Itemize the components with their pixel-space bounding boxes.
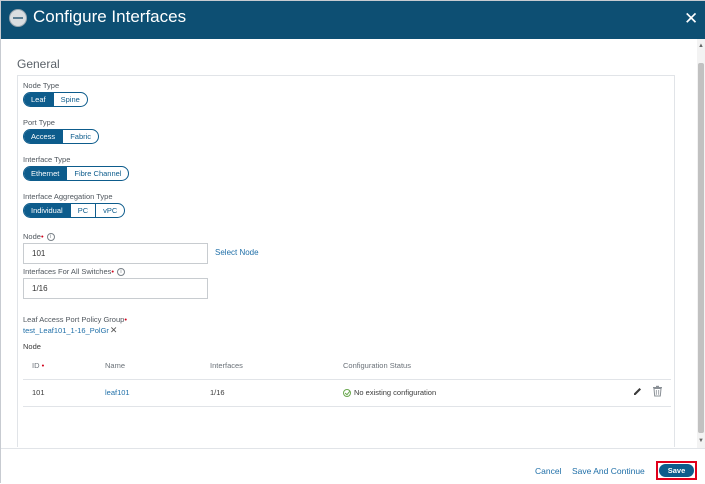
port-type-access-option[interactable]: Access xyxy=(24,130,64,143)
node-field-label: Node• i xyxy=(23,232,55,242)
column-header-name[interactable]: Name xyxy=(105,361,125,370)
node-type-spine-option[interactable]: Spine xyxy=(54,93,87,106)
section-title-general: General xyxy=(17,57,60,71)
aggregation-individual-option[interactable]: Individual xyxy=(24,204,71,217)
table-row-divider xyxy=(23,406,671,407)
required-marker: • xyxy=(111,267,115,276)
policy-group-tag[interactable]: test_Leaf101_1-16_PolGr✕ xyxy=(23,325,117,336)
interfaces-all-input[interactable]: 1/16 xyxy=(23,278,208,299)
save-button-highlight: Save xyxy=(656,461,697,480)
delete-trash-icon[interactable] xyxy=(652,385,663,397)
select-node-link[interactable]: Select Node xyxy=(215,248,259,257)
table-cell-name-link[interactable]: leaf101 xyxy=(105,388,130,397)
column-header-id-text: ID xyxy=(32,361,40,370)
configure-interfaces-dialog: Configure Interfaces ✕ General ▲ ▼ Node … xyxy=(0,0,705,484)
node-field-label-text: Node xyxy=(23,232,41,241)
status-text: No existing configuration xyxy=(354,388,437,397)
node-type-toggle: Leaf Spine xyxy=(23,92,88,107)
table-cell-interfaces: 1/16 xyxy=(210,388,225,397)
aggregation-vpc-option[interactable]: vPC xyxy=(96,204,124,217)
dialog-header: Configure Interfaces ✕ xyxy=(1,1,705,39)
aggregation-type-toggle: Individual PC vPC xyxy=(23,203,126,218)
aggregation-type-label: Interface Aggregation Type xyxy=(23,192,113,201)
port-type-label: Port Type xyxy=(23,118,55,127)
interface-type-label: Interface Type xyxy=(23,155,71,164)
table-cell-status: No existing configuration xyxy=(343,388,437,398)
aggregation-pc-option[interactable]: PC xyxy=(71,204,97,217)
info-icon[interactable]: i xyxy=(117,268,126,277)
remove-tag-icon[interactable]: ✕ xyxy=(110,325,118,335)
check-circle-icon xyxy=(343,389,351,398)
interface-type-ethernet-option[interactable]: Ethernet xyxy=(24,167,68,180)
column-header-interfaces[interactable]: Interfaces xyxy=(210,361,243,370)
required-marker: • xyxy=(124,315,127,324)
cisco-logo-icon xyxy=(9,9,27,27)
required-marker: • xyxy=(41,361,45,370)
table-header-divider xyxy=(23,379,671,380)
interfaces-all-label: Interfaces For All Switches• i xyxy=(23,267,126,277)
node-table-label: Node xyxy=(23,342,41,351)
scroll-down-arrow-icon[interactable]: ▼ xyxy=(698,438,704,444)
cancel-button[interactable]: Cancel xyxy=(535,466,561,476)
close-icon[interactable]: ✕ xyxy=(684,10,698,27)
node-type-label: Node Type xyxy=(23,81,60,90)
save-and-continue-button[interactable]: Save And Continue xyxy=(572,466,645,476)
required-marker: • xyxy=(40,232,44,241)
table-cell-id: 101 xyxy=(32,388,45,397)
policy-group-label: Leaf Access Port Policy Group• xyxy=(23,315,127,324)
scroll-up-arrow-icon[interactable]: ▲ xyxy=(698,43,704,49)
node-type-leaf-option[interactable]: Leaf xyxy=(24,93,54,106)
port-type-fabric-option[interactable]: Fabric xyxy=(63,130,98,143)
interface-type-fibre-channel-option[interactable]: Fibre Channel xyxy=(67,167,128,180)
dialog-title: Configure Interfaces xyxy=(33,7,187,26)
scrollbar-thumb[interactable] xyxy=(698,63,704,433)
interfaces-all-label-text: Interfaces For All Switches xyxy=(23,267,112,276)
column-header-configuration-status[interactable]: Configuration Status xyxy=(343,361,411,370)
info-icon[interactable]: i xyxy=(46,233,55,242)
column-header-id[interactable]: ID • xyxy=(32,361,44,370)
edit-pencil-icon[interactable] xyxy=(632,386,643,397)
save-button[interactable]: Save xyxy=(659,464,694,477)
interface-type-toggle: Ethernet Fibre Channel xyxy=(23,166,130,181)
policy-group-value: test_Leaf101_1-16_PolGr xyxy=(23,326,109,335)
node-input[interactable]: 101 xyxy=(23,243,208,264)
port-type-toggle: Access Fabric xyxy=(23,129,100,144)
policy-group-label-text: Leaf Access Port Policy Group xyxy=(23,315,125,324)
